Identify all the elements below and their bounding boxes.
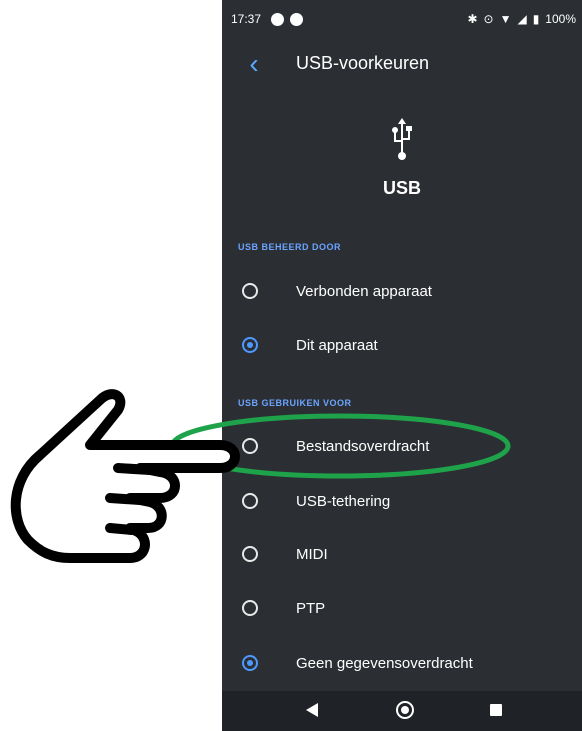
back-arrow-icon[interactable]: ‹ (242, 50, 266, 78)
radio-usb-tethering[interactable] (242, 493, 258, 509)
navigation-bar (222, 691, 582, 731)
option-label: PTP (296, 599, 326, 617)
option-label: Geen gegevensoverdracht (296, 654, 473, 672)
nav-home-icon[interactable] (396, 701, 414, 719)
radio-connected-device[interactable] (242, 283, 258, 299)
wifi-icon: ▼ (499, 12, 512, 26)
pointing-hand-icon (10, 389, 240, 563)
status-time: 17:37 (231, 12, 262, 26)
option-file-transfer[interactable]: Bestandsoverdracht (222, 420, 582, 472)
bluetooth-icon: ✱ (467, 12, 478, 26)
status-left: 17:37 (231, 12, 309, 26)
option-no-data-transfer[interactable]: Geen gegevensoverdracht (222, 637, 582, 689)
radio-file-transfer[interactable] (242, 438, 258, 454)
option-label: MIDI (296, 545, 328, 563)
option-ptp[interactable]: PTP (222, 582, 582, 634)
radio-midi[interactable] (242, 546, 258, 562)
radio-no-data-transfer[interactable] (242, 655, 258, 671)
option-usb-tethering[interactable]: USB-tethering (222, 475, 582, 527)
radio-this-device[interactable] (242, 337, 258, 353)
usb-heading: USB (382, 178, 421, 198)
option-connected-device[interactable]: Verbonden apparaat (222, 265, 582, 317)
nav-back-icon[interactable] (306, 703, 318, 717)
option-label: Verbonden apparaat (296, 282, 432, 300)
option-label: Bestandsoverdracht (296, 437, 430, 455)
location-icon: ⊙ (483, 12, 494, 26)
nav-recents-icon[interactable] (490, 704, 502, 716)
option-this-device[interactable]: Dit apparaat (222, 319, 582, 371)
page-title: USB-voorkeuren (296, 53, 430, 73)
section-managed-by: USB BEHEERD DOOR (238, 242, 342, 252)
notification-dot-icon (271, 12, 285, 26)
usb-icon (392, 118, 412, 160)
radio-ptp[interactable] (242, 600, 258, 616)
option-label: USB-tethering (296, 492, 391, 510)
status-bar: 17:37 ✱ ⊙ ▼ ◢ ▮ 100% (222, 0, 582, 40)
signal-icon: ◢ (517, 12, 527, 26)
battery-icon: ▮ (532, 12, 540, 26)
app-bar: ‹ USB-voorkeuren (222, 40, 582, 88)
option-midi[interactable]: MIDI (222, 528, 582, 580)
phone-screen: 17:37 ✱ ⊙ ▼ ◢ ▮ 100% ‹ USB-voorkeuren US… (222, 0, 582, 731)
option-label: Dit apparaat (296, 336, 378, 354)
notification-icon (290, 12, 304, 26)
battery-percent: 100% (545, 12, 576, 26)
section-use-for: USB GEBRUIKEN VOOR (238, 398, 352, 408)
status-right: ✱ ⊙ ▼ ◢ ▮ 100% (461, 12, 576, 26)
